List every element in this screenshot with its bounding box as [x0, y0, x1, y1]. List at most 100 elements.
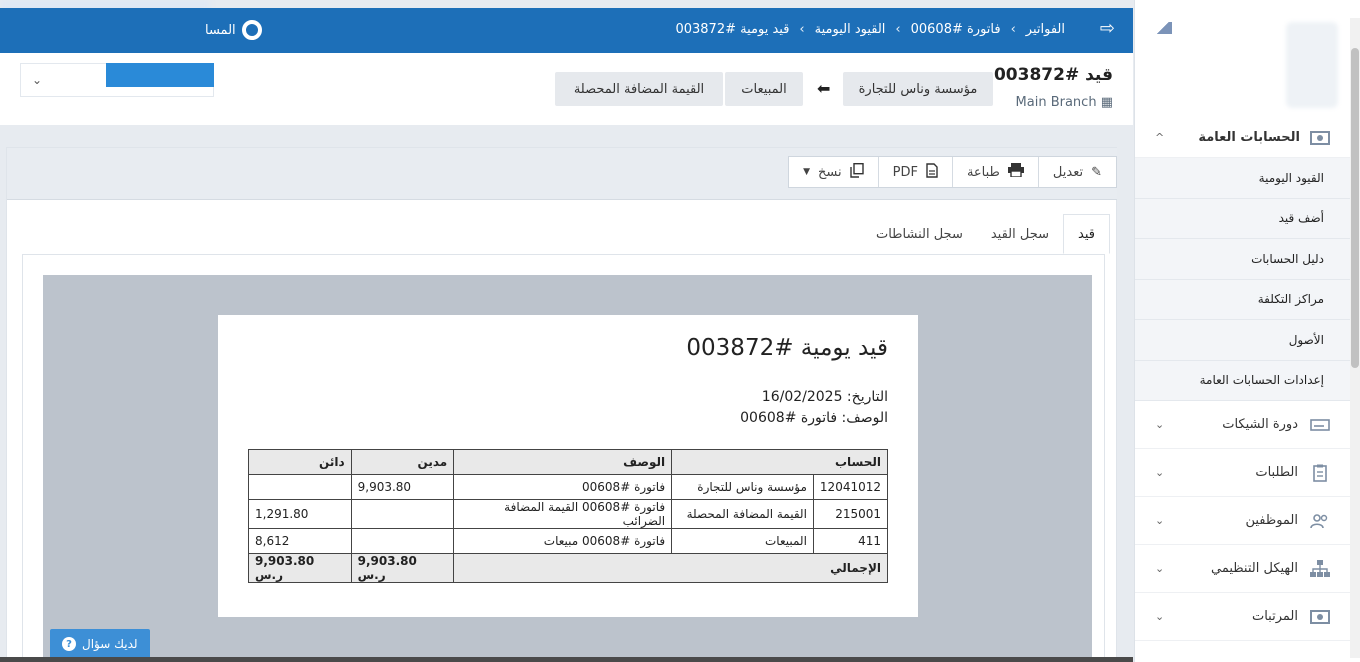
sidebar-item-cost-centers[interactable]: مراكز التكلفة [1135, 280, 1360, 320]
sidebar-item-orders[interactable]: الطلبات ⌄ [1135, 449, 1360, 497]
question-label: لديك سؤال [82, 637, 138, 651]
sales-pill[interactable]: المبيعات [725, 72, 803, 106]
tab-entry[interactable]: قيد [1063, 214, 1110, 254]
building-icon: ▦ [1100, 95, 1113, 110]
column-header: الوصف [453, 449, 673, 475]
chevron-down-icon: ⌄ [1155, 514, 1165, 527]
toolbar-buttons: ✎ تعديل طباعة PDF نسخ ▼ [788, 156, 1117, 188]
lifebuoy-icon [241, 20, 262, 40]
breadcrumb-invoices[interactable]: الفواتير [1026, 22, 1065, 37]
sidebar-item-chart-of-accounts[interactable]: دليل الحسابات [1135, 239, 1360, 280]
breadcrumb-invoice[interactable]: فاتورة #00608 [911, 22, 1001, 37]
tab-activity-log[interactable]: سجل النشاطات [862, 214, 977, 254]
copy-button[interactable]: نسخ ▼ [789, 157, 878, 187]
chevron-down-icon: ⌄ [1155, 562, 1165, 575]
pdf-button[interactable]: PDF [877, 157, 952, 187]
sidebar-group-general-accounts[interactable]: الحسابات العامة ^ [1135, 118, 1360, 158]
copy-label: نسخ [818, 164, 842, 180]
sidebar-item-label: الطلبات [1255, 465, 1298, 480]
scrollbar-thumb[interactable] [1351, 48, 1359, 368]
question-icon: ? [62, 637, 76, 651]
branch-name: Main Branch [1015, 95, 1097, 110]
document-description: الوصف: فاتورة #00608 [740, 410, 888, 426]
vat-pill[interactable]: القيمة المضافة المحصلة [555, 72, 723, 106]
top-bar: ⇨ الفواتير › فاتورة #00608 › القيود اليو… [0, 8, 1133, 53]
bottom-border [0, 657, 1133, 662]
account-code: 411 [812, 528, 889, 554]
debit-value [350, 499, 455, 529]
copy-icon [849, 162, 864, 182]
sidebar-scrollbar[interactable] [1350, 18, 1360, 658]
logo-mark-icon [1154, 22, 1172, 34]
chevron-down-icon: ⌄ [1155, 610, 1165, 623]
money-icon [1310, 609, 1330, 625]
chevron-down-icon: ⌄ [1155, 418, 1165, 431]
menu-toggle-icon[interactable]: ⇨ [1100, 18, 1115, 39]
entry-description: فاتورة #00608 مبيعات [453, 528, 673, 554]
sidebar-item-journal-entries[interactable]: القيود اليومية [1135, 158, 1360, 199]
org-chart-icon [1310, 559, 1330, 577]
column-header: دائن [248, 449, 352, 475]
sidebar-item-employees[interactable]: الموظفين ⌄ [1135, 497, 1360, 545]
blurred-logo [1286, 22, 1338, 108]
document-meta: التاريخ: 16/02/2025 الوصف: فاتورة #00608 [740, 387, 888, 429]
print-button[interactable]: طباعة [951, 157, 1038, 187]
sidebar-item-cheques[interactable]: دورة الشيكات ⌄ [1135, 401, 1360, 449]
column-header: الحساب [671, 449, 888, 475]
company-pill[interactable]: مؤسسة وناس للتجارة [843, 72, 993, 106]
arrow-left-icon: ⬅ [817, 79, 831, 98]
branch-label: Main Branch ▦ [1016, 95, 1113, 110]
chevron-up-icon: ^ [1155, 131, 1165, 144]
help-label: المسا [205, 22, 236, 38]
chevron-down-icon[interactable]: ⌄ [32, 73, 42, 87]
table-row: 12041012 مؤسسة وناس للتجارة فاتورة #0060… [248, 474, 889, 500]
sidebar-item-add-entry[interactable]: أضف قيد [1135, 199, 1360, 239]
document-title: قيد يومية #003872 [686, 335, 888, 361]
sidebar-submenu: القيود اليومية أضف قيد دليل الحسابات مرا… [1135, 158, 1360, 401]
blurred-action-button[interactable] [106, 63, 214, 87]
sidebar-group-label: الحسابات العامة [1198, 130, 1300, 145]
document-preview: قيد يومية #003872 التاريخ: 16/02/2025 ال… [43, 275, 1092, 662]
tab-content: قيد يومية #003872 التاريخ: 16/02/2025 ال… [22, 254, 1105, 662]
sidebar-logo [1135, 0, 1360, 118]
total-label: الإجمالي [453, 553, 888, 583]
edit-button[interactable]: ✎ تعديل [1037, 157, 1116, 187]
tabs: قيد سجل القيد سجل النشاطات [862, 214, 1110, 254]
breadcrumb-separator-icon: › [895, 22, 901, 37]
blurred-select[interactable]: ⌄ [20, 63, 214, 97]
sidebar-item-accounts-settings[interactable]: إعدادات الحسابات العامة [1135, 361, 1360, 401]
clipboard-icon [1310, 464, 1330, 482]
debit-value [350, 528, 455, 554]
chevron-down-icon: ⌄ [1155, 466, 1165, 479]
tab-entry-log[interactable]: سجل القيد [977, 214, 1063, 254]
column-header: مدين [350, 449, 455, 475]
account-name: مؤسسة وناس للتجارة [671, 474, 814, 500]
breadcrumb-separator-icon: › [1010, 22, 1016, 37]
total-credit: 9,903.80 ر.س [248, 553, 352, 583]
table-header-row: الحساب الوصف مدين دائن [248, 449, 888, 475]
sidebar-item-assets[interactable]: الأصول [1135, 320, 1360, 361]
pencil-icon: ✎ [1091, 164, 1102, 180]
document-date: التاريخ: 16/02/2025 [761, 389, 888, 405]
sidebar-item-org-structure[interactable]: الهيكل التنظيمي ⌄ [1135, 545, 1360, 593]
credit-value: 8,612 [248, 528, 352, 554]
debit-value: 9,903.80 [350, 474, 455, 500]
toolbar: ✎ تعديل طباعة PDF نسخ ▼ [7, 148, 1117, 200]
entry-description: فاتورة #00608 القيمة المضافة الضرائب [453, 499, 673, 529]
breadcrumb: الفواتير › فاتورة #00608 › القيود اليومي… [675, 22, 1065, 37]
question-button[interactable]: لديك سؤال ? [50, 629, 150, 659]
sidebar-item-payroll[interactable]: المرتبات ⌄ [1135, 593, 1360, 641]
file-icon [926, 162, 938, 182]
account-name: القيمة المضافة المحصلة [671, 499, 814, 529]
sidebar-item-label: الهيكل التنظيمي [1210, 561, 1298, 576]
total-debit: 9,903.80 ر.س [350, 553, 455, 583]
pdf-label: PDF [892, 164, 918, 180]
breadcrumb-journal-entries[interactable]: القيود اليومية [815, 22, 886, 37]
cheque-icon [1310, 417, 1330, 433]
edit-label: تعديل [1052, 164, 1084, 180]
credit-value: 1,291.80 [248, 499, 352, 529]
sidebar: الحسابات العامة ^ القيود اليومية أضف قيد… [1134, 0, 1360, 662]
help-button[interactable]: المسا [205, 20, 262, 40]
money-icon [1310, 130, 1330, 146]
users-icon [1310, 513, 1330, 529]
